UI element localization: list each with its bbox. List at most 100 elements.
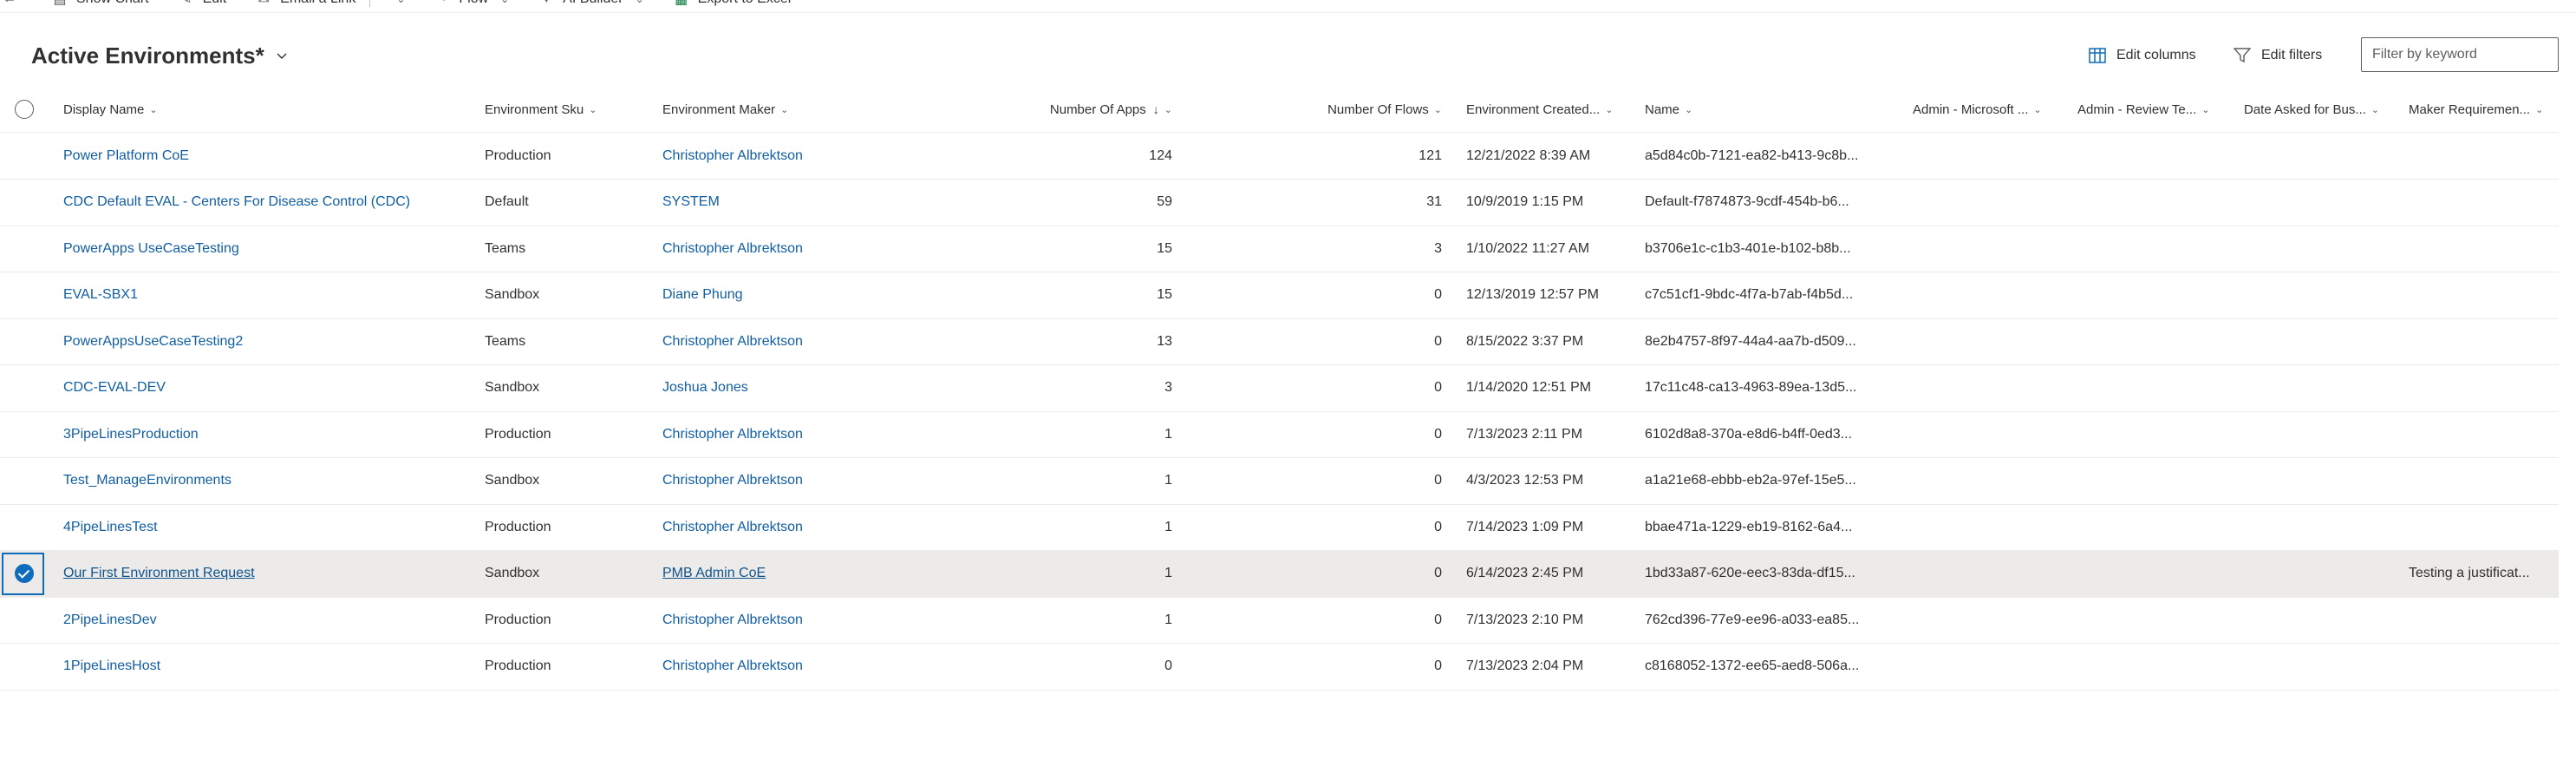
column-header-environment-sku[interactable]: Environment Sku ⌄ xyxy=(485,87,649,132)
number-of-flows-cell: 0 xyxy=(1434,566,1442,580)
environment-maker-link[interactable]: Christopher Albrektson xyxy=(662,148,803,164)
environment-sku-cell: Sandbox xyxy=(485,380,540,395)
back-arrow-icon: ← xyxy=(2,0,17,7)
environment-maker-link[interactable]: PMB Admin CoE xyxy=(662,566,766,581)
column-header-environment-maker[interactable]: Environment Maker ⌄ xyxy=(662,87,923,132)
environment-maker-link[interactable]: Christopher Albrektson xyxy=(662,520,803,535)
table-row[interactable]: Power Platform CoE Production Christopher … xyxy=(0,133,2559,180)
admin-review-cell xyxy=(2077,644,2242,690)
table-row[interactable]: 1PipeLinesHost Production Christopher Albr… xyxy=(0,644,2559,691)
column-header-environment-created[interactable]: Environment Created... ⌄ xyxy=(1466,87,1640,132)
chevron-down-icon[interactable]: ⌄ xyxy=(500,0,509,5)
table-row[interactable]: CDC Default EVAL - Centers For Disease C… xyxy=(0,180,2559,226)
display-name-link[interactable]: Power Platform CoE xyxy=(63,148,189,164)
table-row[interactable]: 3PipeLinesProduction Production Christophe… xyxy=(0,411,2559,458)
environment-maker-link[interactable]: Christopher Albrektson xyxy=(662,241,803,257)
environment-created-cell: 7/13/2023 2:10 PM xyxy=(1466,612,1584,627)
display-name-link[interactable]: CDC Default EVAL - Centers For Disease C… xyxy=(63,194,410,210)
admin-microsoft-cell xyxy=(1913,504,2077,550)
column-header-display-name[interactable]: Display Name ⌄ xyxy=(63,87,471,132)
environment-created-cell: 6/14/2023 2:45 PM xyxy=(1466,551,1640,597)
table-row[interactable]: PowerApps UseCaseTesting Teams Christopher… xyxy=(0,226,2559,272)
number-of-flows-cell: 0 xyxy=(1214,504,1442,550)
number-of-flows-cell: 31 xyxy=(1214,180,1442,226)
environment-maker-link[interactable]: Diane Phung xyxy=(662,287,743,303)
number-of-flows-cell: 0 xyxy=(1214,551,1442,597)
column-header-date-asked[interactable]: Date Asked for Bus... ⌄ xyxy=(2244,87,2409,132)
name-cell: c8168052-1372-ee65-aed8-506a... xyxy=(1645,644,1888,690)
display-name-link[interactable]: EVAL-SBX1 xyxy=(63,287,138,303)
number-of-apps-cell: 15 xyxy=(971,272,1172,318)
environment-maker-link[interactable]: Christopher Albrektson xyxy=(662,473,803,488)
environment-sku-cell: Default xyxy=(485,180,649,226)
environment-maker-link[interactable]: Joshua Jones xyxy=(662,380,748,396)
environment-maker-link[interactable]: SYSTEM xyxy=(662,194,720,210)
environment-maker-link[interactable]: Christopher Albrektson xyxy=(662,427,803,442)
date-asked-cell xyxy=(2244,318,2409,364)
circle-checkbox-icon xyxy=(15,100,34,119)
show-chart-button[interactable]: ▤ Show Chart xyxy=(52,0,148,7)
column-header-number-of-apps[interactable]: Number Of Apps ↓ ⌄ xyxy=(971,87,1172,132)
flow-button[interactable]: ≈ Flow ⌄ xyxy=(434,0,509,7)
environment-sku-cell: Sandbox xyxy=(485,272,649,318)
environment-sku-cell: Production xyxy=(485,519,551,534)
display-name-cell: CDC Default EVAL - Centers For Disease C… xyxy=(63,180,471,226)
table-row[interactable]: 2PipeLinesDev Production Christopher Albre… xyxy=(0,597,2559,644)
select-all-checkbox[interactable] xyxy=(12,87,38,132)
display-name-link[interactable]: PowerApps UseCaseTesting xyxy=(63,241,239,257)
admin-review-cell xyxy=(2077,272,2242,318)
chevron-down-icon: ⌄ xyxy=(780,104,789,115)
edit-columns-button[interactable]: Edit columns xyxy=(2089,37,2196,74)
table-row[interactable]: CDC-EVAL-DEV Sandbox Joshua Jones 3 0 1/14/20… xyxy=(0,365,2559,412)
name-cell: a5d84c0b-7121-ea82-b413-9c8b... xyxy=(1645,133,1888,179)
table-row[interactable]: Test_ManageEnvironments Sandbox Christophe… xyxy=(0,458,2559,505)
date-asked-cell xyxy=(2244,597,2409,643)
environment-sku-cell: Production xyxy=(485,658,551,673)
filter-by-keyword-input[interactable] xyxy=(2361,37,2559,72)
table-row[interactable]: 4PipeLinesTest Production Christopher Albr… xyxy=(0,504,2559,551)
table-row[interactable]: Our First Environment Request Sandbox PMB … xyxy=(0,550,2559,598)
table-row[interactable]: EVAL-SBX1 Sandbox Diane Phung 15 0 12/13/2019… xyxy=(0,272,2559,319)
environment-maker-link[interactable]: Christopher Albrektson xyxy=(662,658,803,674)
view-selector[interactable]: Active Environments* xyxy=(31,38,287,73)
ai-builder-button[interactable]: ✦ AI Builder ⌄ xyxy=(538,0,644,7)
environment-created-cell: 7/13/2023 2:11 PM xyxy=(1466,411,1640,457)
display-name-link[interactable]: Our First Environment Request xyxy=(63,566,255,581)
export-excel-button[interactable]: ▦ Export to Excel xyxy=(674,0,791,7)
name-cell: a1a21e68-ebbb-eb2a-97ef-15e5... xyxy=(1645,458,1888,504)
maker-requirements-cell: Testing a justificat... xyxy=(2409,551,2559,597)
column-header-maker-requirements[interactable]: Maker Requiremen... ⌄ xyxy=(2409,87,2559,132)
column-header-number-of-flows[interactable]: Number Of Flows ⌄ xyxy=(1214,87,1442,132)
chevron-down-icon: ⌄ xyxy=(2371,104,2380,115)
chevron-down-icon: ⌄ xyxy=(589,104,597,115)
column-header-admin-review[interactable]: Admin - Review Te... ⌄ xyxy=(2077,87,2242,132)
date-asked-cell xyxy=(2244,365,2409,411)
date-asked-cell xyxy=(2244,411,2409,457)
date-asked-cell xyxy=(2244,551,2409,597)
chevron-down-icon[interactable]: ⌄ xyxy=(636,0,644,5)
table-row[interactable]: PowerAppsUseCaseTesting2 Teams Christopher… xyxy=(0,318,2559,365)
display-name-link[interactable]: 3PipeLinesProduction xyxy=(63,427,199,442)
chevron-down-icon: ⌄ xyxy=(2535,104,2544,115)
environment-maker-link[interactable]: Christopher Albrektson xyxy=(662,613,803,628)
display-name-link[interactable]: Test_ManageEnvironments xyxy=(63,473,232,488)
chevron-down-icon xyxy=(277,53,287,59)
admin-review-cell xyxy=(2077,551,2242,597)
display-name-link[interactable]: CDC-EVAL-DEV xyxy=(63,380,166,396)
display-name-link[interactable]: PowerAppsUseCaseTesting2 xyxy=(63,334,243,350)
edit-button[interactable]: ✎ Edit xyxy=(179,0,226,7)
column-header-admin-microsoft[interactable]: Admin - Microsoft ... ⌄ xyxy=(1913,87,2077,132)
number-of-flows-cell: 3 xyxy=(1214,226,1442,272)
email-link-button[interactable]: ✉ Email a Link ⌄ xyxy=(256,0,405,7)
display-name-link[interactable]: 1PipeLinesHost xyxy=(63,658,160,674)
display-name-link[interactable]: 2PipeLinesDev xyxy=(63,613,157,628)
edit-filters-button[interactable]: Edit filters xyxy=(2234,37,2322,74)
environment-maker-cell: Christopher Albrektson xyxy=(662,411,923,457)
admin-review-cell xyxy=(2077,226,2242,272)
column-header-name[interactable]: Name ⌄ xyxy=(1645,87,1818,132)
environment-maker-link[interactable]: Christopher Albrektson xyxy=(662,334,803,350)
back-button[interactable]: ← xyxy=(2,0,26,7)
display-name-link[interactable]: 4PipeLinesTest xyxy=(63,520,158,535)
date-asked-cell xyxy=(2244,133,2409,179)
chevron-down-icon[interactable]: ⌄ xyxy=(396,0,405,5)
